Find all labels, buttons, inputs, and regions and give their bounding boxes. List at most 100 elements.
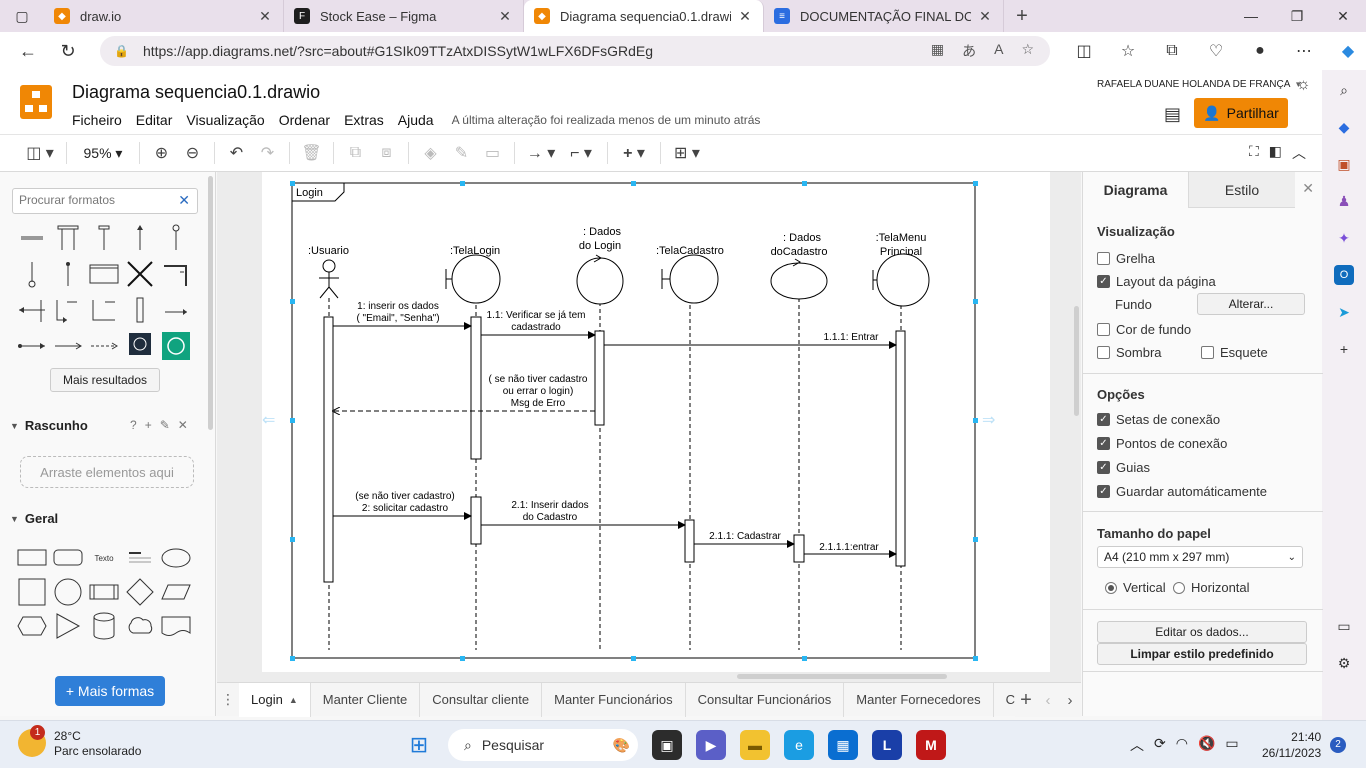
shape-arrow-up[interactable] (122, 224, 158, 252)
last-change-status[interactable]: A última alteração foi realizada menos d… (452, 113, 761, 128)
checkbox-box[interactable] (1097, 252, 1110, 265)
checkbox-box[interactable]: ✓ (1097, 461, 1110, 474)
clear-search-icon[interactable]: ✕ (178, 192, 190, 209)
panels-toggle-icon[interactable]: ◫ ▾ (20, 143, 60, 163)
canvas-vertical-scrollbar[interactable] (1074, 306, 1079, 416)
checkbox-box[interactable]: ✓ (1097, 413, 1110, 426)
split-screen-icon[interactable]: ◫ (1062, 41, 1106, 61)
shape-heading[interactable] (122, 544, 158, 572)
volume-mute-icon[interactable]: 🔇 (1198, 735, 1215, 755)
scratchpad-header[interactable]: ▼ Rascunho (10, 418, 88, 433)
diagram-page[interactable]: Login ⇐ ⇒ :Usuario:TelaLogin: Dados do… (262, 172, 1050, 672)
sketch-checkbox[interactable]: Esquete (1201, 345, 1268, 360)
people-icon[interactable]: ♟ (1334, 191, 1354, 211)
shape-seq-msg[interactable] (14, 296, 50, 324)
refresh-icon[interactable]: ↻ (48, 41, 88, 62)
shape-rectangle[interactable] (86, 260, 122, 288)
wifi-icon[interactable]: ◠ (1176, 735, 1188, 755)
radio-dot[interactable] (1173, 581, 1185, 594)
shape-ellipse[interactable] (158, 544, 194, 572)
checkbox-box[interactable] (1097, 346, 1110, 359)
entity-control-icon[interactable] (576, 254, 624, 305)
shape-cross[interactable] (122, 260, 158, 288)
table-icon[interactable]: ⊞ ▾ (667, 143, 707, 163)
help-icon[interactable]: ? (130, 418, 137, 432)
page-tab-login[interactable]: Login ▲ (239, 682, 311, 717)
page-view-checkbox[interactable]: ✓ Layout da página (1097, 274, 1216, 289)
diagram-canvas[interactable]: Login ⇐ ⇒ :Usuario:TelaLogin: Dados do… (217, 172, 1081, 682)
shape-hexagon[interactable] (14, 612, 50, 640)
search-icon[interactable]: ⌕ (1334, 80, 1354, 100)
shape-lifeline[interactable] (86, 224, 122, 252)
caret-up-icon[interactable]: ▲ (289, 695, 298, 705)
shape-diamond[interactable] (122, 578, 158, 606)
shape-rounded-rect[interactable] (50, 544, 86, 572)
actor-stickman-icon[interactable] (319, 259, 339, 299)
tab-style[interactable]: Estilo (1189, 172, 1295, 208)
weather-widget[interactable]: 1 28°C Parc ensolarado (18, 725, 141, 759)
shape-chatgpt-dark[interactable] (122, 332, 158, 360)
change-background-button[interactable]: Alterar... (1197, 293, 1305, 315)
shape-pin-dot[interactable] (50, 260, 86, 288)
restore-icon[interactable]: ❐ (1274, 8, 1320, 25)
profile-avatar-icon[interactable]: ● (1238, 42, 1282, 60)
shadow-checkbox[interactable]: Sombra (1097, 345, 1162, 360)
lexicon-app-icon[interactable]: L (872, 730, 902, 760)
autosave-checkbox[interactable]: ✓ Guardar automáticamente (1097, 484, 1267, 499)
user-menu[interactable]: RAFAELA DUANE HOLANDA DE FRANÇA ▼ (1097, 79, 1302, 90)
activation-bars[interactable] (323, 316, 906, 583)
scratchpad-dropzone[interactable]: Arraste elementos aqui (20, 456, 194, 488)
read-aloud-icon[interactable]: A (994, 41, 1003, 61)
chevron-up-icon[interactable]: ︿ (1130, 735, 1144, 755)
document-title[interactable]: Diagrama sequencia0.1.drawio (72, 82, 320, 103)
shape-pin[interactable] (158, 224, 194, 252)
browser-tab[interactable]: F Stock Ease – Figma ✕ (284, 0, 524, 32)
favorite-star-icon[interactable]: ☆ (1021, 41, 1034, 61)
frame-box[interactable] (291, 182, 976, 659)
teams-chat-icon[interactable]: ▶ (696, 730, 726, 760)
shape-arrow-solid[interactable] (14, 332, 50, 360)
connection-points-checkbox[interactable]: ✓ Pontos de conexão (1097, 436, 1227, 451)
page-tab[interactable]: Manter Fornecedores (844, 682, 994, 717)
boundary-icon[interactable] (661, 254, 719, 304)
add-page-icon[interactable]: + (1015, 689, 1037, 712)
selection-handles[interactable] (290, 181, 978, 661)
more-results-button[interactable]: Mais resultados (50, 368, 160, 392)
background-color-checkbox[interactable]: Cor de fundo (1097, 322, 1191, 337)
page-tab[interactable]: Manter Funcionários (542, 682, 686, 717)
edit-data-button[interactable]: Editar os dados... (1097, 621, 1307, 643)
scroll-left-icon[interactable]: ‹ (1037, 692, 1059, 709)
add-icon[interactable]: + (145, 418, 152, 432)
connection-icon[interactable]: → ▾ (521, 143, 561, 163)
browser-tab-active[interactable]: ◆ Diagrama sequencia0.1.drawio - ✕ (524, 0, 764, 32)
to-front-icon[interactable]: ⧉ (340, 144, 371, 162)
line-color-icon[interactable]: ✎ (446, 143, 477, 163)
clear-default-style-button[interactable]: Limpar estilo predefinido (1097, 643, 1307, 665)
close-window-icon[interactable]: ✕ (1320, 8, 1366, 25)
clock[interactable]: 21:40 26/11/2023 (1262, 729, 1321, 761)
fill-color-icon[interactable]: ◈ (415, 143, 446, 163)
close-panel-icon[interactable]: ✕ (1302, 180, 1314, 197)
format-panel-icon[interactable]: ◧ (1269, 143, 1282, 163)
orientation-horizontal-radio[interactable]: Horizontal (1173, 580, 1250, 595)
shape-search-input[interactable]: Procurar formatos ✕ (12, 188, 198, 214)
taskbar-search[interactable]: ⌕ Pesquisar 🎨 (448, 729, 638, 761)
checkbox-box[interactable]: ✓ (1097, 485, 1110, 498)
outlook-icon[interactable]: O (1334, 265, 1354, 285)
connection-arrows-checkbox[interactable]: ✓ Setas de conexão (1097, 412, 1220, 427)
shape-cloud[interactable] (122, 612, 158, 640)
guides-checkbox[interactable]: ✓ Guias (1097, 460, 1150, 475)
hover-arrow-left-icon[interactable]: ⇐ (262, 412, 275, 429)
entity-control-icon[interactable] (770, 258, 828, 300)
menu-arrange[interactable]: Ordenar (279, 112, 330, 128)
fullscreen-icon[interactable]: ⛶ (1249, 143, 1259, 163)
copilot-sidebar-icon[interactable]: ✦ (1334, 228, 1354, 248)
shape-chatgpt-green[interactable] (158, 332, 194, 360)
left-scrollbar[interactable] (208, 176, 213, 430)
zoom-in-icon[interactable]: ⊕ (146, 143, 177, 163)
app-available-icon[interactable]: ▦ (931, 41, 944, 61)
lock-icon[interactable]: 🔒 (114, 44, 129, 58)
share-button[interactable]: 👤 Partilhar (1194, 98, 1288, 128)
tag-icon[interactable]: ◆ (1334, 117, 1354, 137)
shape-circle[interactable] (50, 578, 86, 606)
